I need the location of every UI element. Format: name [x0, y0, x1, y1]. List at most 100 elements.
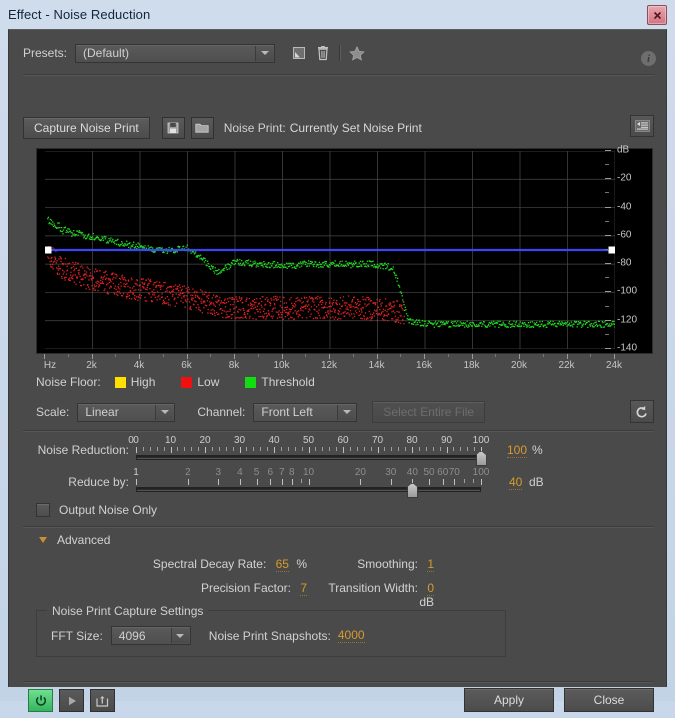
amplitude-tick-minor [605, 277, 609, 279]
slider-tick-minor [322, 447, 324, 451]
capture-noise-print-button[interactable]: Capture Noise Print [23, 117, 150, 139]
load-noise-print-button[interactable] [190, 117, 214, 139]
legend-item-threshold[interactable]: Threshold [245, 375, 315, 389]
amplitude-tick-label: -120 [617, 314, 638, 326]
noise-reduction-unit: % [532, 443, 543, 457]
slider-tick-label: 7 [278, 467, 285, 478]
noise-reduction-value[interactable]: 100 [507, 443, 528, 458]
slider-tick [390, 479, 392, 485]
frequency-tick-label: 22k [558, 360, 575, 371]
noise-floor-legend: Noise Floor: High Low Threshold [36, 374, 341, 390]
slider-tick-minor [356, 447, 358, 451]
delete-preset-button[interactable] [313, 43, 333, 63]
reduce-by-unit: dB [529, 475, 544, 489]
slider-tick-minor [315, 447, 317, 451]
slider-tick-label: 10 [302, 467, 315, 478]
frequency-tick-label: 8k [228, 360, 240, 371]
scale-channel-row: Scale: Linear Channel: Front Left Select… [36, 400, 654, 423]
apply-button[interactable]: Apply [464, 688, 554, 712]
star-icon [349, 45, 365, 61]
slider-tick [274, 447, 275, 453]
slider-tick-minor [211, 447, 213, 451]
save-preset-button[interactable] [289, 43, 309, 63]
frequency-tick [44, 354, 45, 359]
presets-label: Presets: [23, 46, 68, 60]
amplitude-tick-minor [605, 220, 609, 222]
precision-factor-value[interactable]: 7 [300, 581, 307, 596]
fft-size-label: FFT Size: [51, 628, 103, 643]
slider-tick [136, 479, 137, 485]
panel-menu-button[interactable] [630, 115, 654, 137]
smoothing-value[interactable]: 1 [427, 557, 434, 572]
favorite-preset-button[interactable] [347, 43, 367, 63]
panel-menu-icon [634, 120, 650, 132]
noise-print-snapshots-value[interactable]: 4000 [337, 628, 365, 643]
slider-tick [291, 479, 293, 485]
presets-dropdown[interactable]: (Default) [75, 43, 276, 63]
smoothing-label: Smoothing: [357, 557, 418, 571]
slider-tick-label: 5 [253, 467, 260, 478]
slider-tick-label: 100 [472, 435, 490, 446]
transition-width-row: Transition Width: 0 dB [309, 581, 434, 609]
channel-dropdown[interactable]: Front Left [253, 402, 358, 422]
amplitude-tick-minor [605, 333, 609, 335]
amplitude-tick-label: -40 [617, 201, 632, 213]
slider-tick-label: 30 [385, 467, 397, 478]
slider-tick [170, 447, 172, 453]
save-preset-icon [293, 47, 306, 59]
reduce-by-track[interactable] [136, 487, 481, 492]
spectral-decay-rate-value[interactable]: 65 [275, 557, 289, 572]
transition-width-value[interactable]: 0 [427, 581, 434, 596]
slider-tick-label: 70 [448, 467, 460, 478]
amplitude-tick [605, 291, 611, 293]
amplitude-tick-label: -140 [617, 342, 638, 354]
window-close-button[interactable] [647, 5, 667, 25]
frequency-tick [376, 354, 378, 359]
slider-tick-label: 30 [233, 435, 246, 446]
amplitude-tick [605, 319, 611, 321]
spectrum-plot[interactable] [45, 151, 615, 349]
reset-button[interactable] [630, 400, 654, 423]
slider-tick-minor [246, 447, 248, 451]
slider-tick-minor [301, 447, 303, 451]
slider-tick-minor [453, 447, 455, 451]
close-button[interactable]: Close [564, 688, 654, 712]
frequency-tick-minor [305, 354, 307, 357]
slider-tick [308, 447, 310, 453]
fft-size-value: 4096 [118, 628, 146, 643]
legend-label-low: Low [197, 375, 220, 389]
slider-tick-label: 2 [185, 467, 191, 478]
output-noise-only-row[interactable]: Output Noise Only [36, 503, 157, 517]
scale-dropdown[interactable]: Linear [77, 402, 176, 422]
reset-icon [636, 405, 647, 417]
amplitude-tick-label: -60 [617, 229, 632, 241]
slider-tick-minor [418, 447, 420, 451]
noise-print-row: Capture Noise Print Noise Print: Current… [23, 115, 654, 139]
fft-size-dropdown[interactable]: 4096 [110, 626, 191, 645]
chevron-down-icon [337, 404, 356, 420]
output-noise-only-checkbox[interactable] [36, 503, 50, 517]
frequency-tick-label: 16k [415, 360, 433, 371]
slider-tick-minor [232, 447, 234, 451]
slider-tick-minor [163, 447, 165, 451]
noise-print-snapshots-label: Noise Print Snapshots: [208, 628, 331, 643]
frequency-tick [519, 354, 520, 359]
slider-tick-minor [225, 447, 227, 451]
frequency-axis: Hz 2k 4k 6k 8k 10k 12k 14k 16k 18k 20k 22k 24k [36, 354, 653, 374]
select-entire-file-button: Select Entire File [372, 401, 486, 423]
noise-floor-graph[interactable] [36, 148, 653, 354]
slider-tick-label: 60 [437, 467, 449, 478]
advanced-disclosure[interactable]: Advanced [39, 533, 110, 547]
reduce-by-value[interactable]: 40 [509, 475, 523, 490]
slider-tick-minor [253, 447, 255, 451]
legend-item-low[interactable]: Low [181, 375, 219, 389]
frequency-tick-label: 20k [510, 360, 528, 371]
info-button[interactable]: i [641, 51, 656, 66]
legend-item-high[interactable]: High [114, 375, 155, 389]
frequency-tick-minor [162, 354, 164, 357]
noise-reduction-track[interactable] [136, 455, 481, 460]
slider-tick-minor [142, 447, 144, 451]
advanced-label: Advanced [57, 533, 111, 547]
scale-label: Scale: [36, 405, 70, 419]
save-noise-print-button[interactable] [161, 117, 185, 139]
